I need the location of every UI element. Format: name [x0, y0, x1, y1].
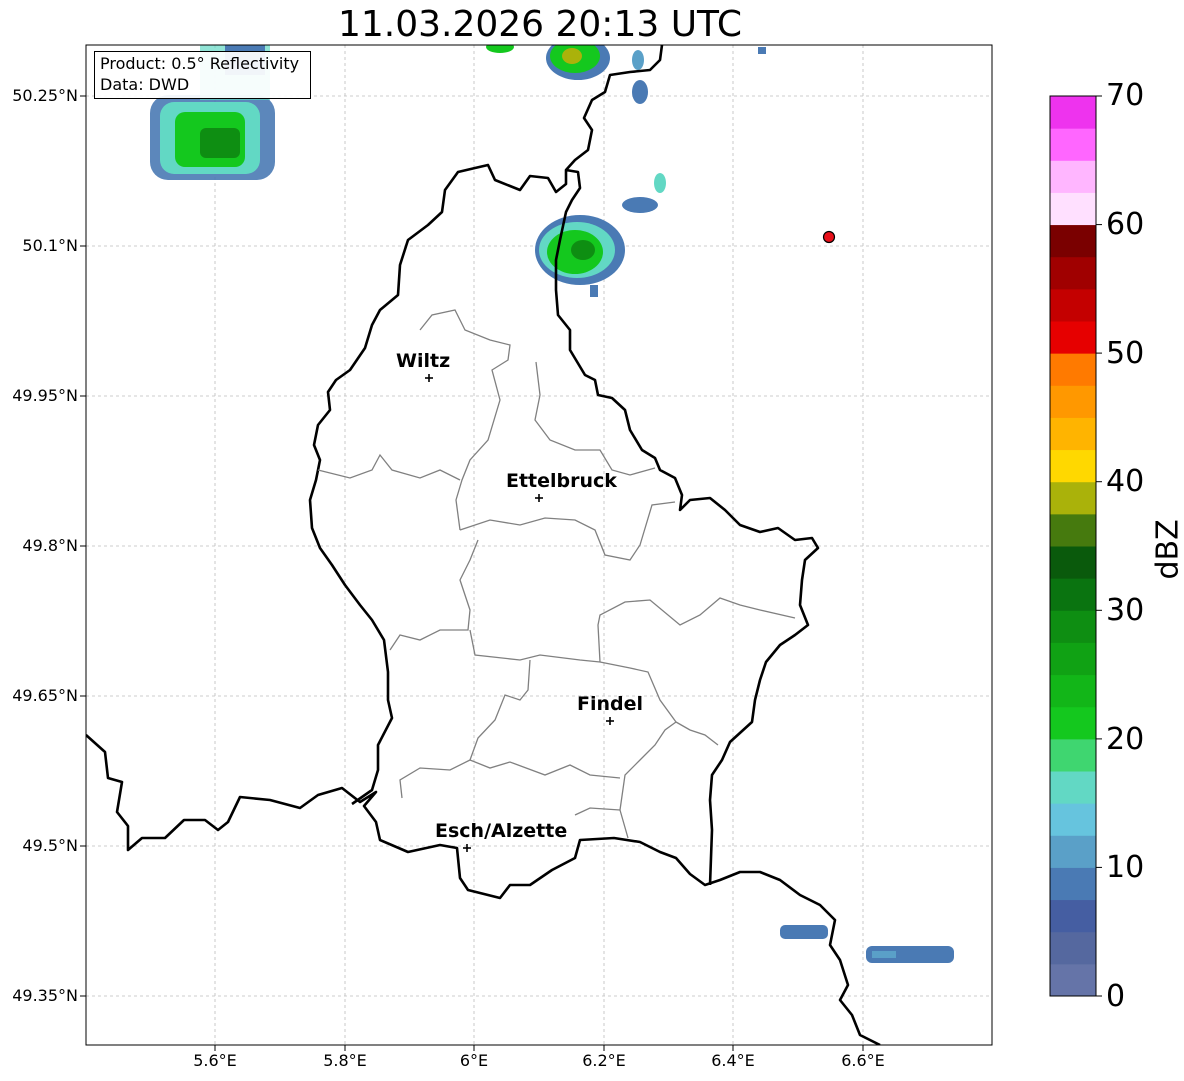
colorbar-segment [1050, 224, 1096, 258]
lon-label: 6.4°E [711, 1051, 755, 1070]
colorbar-segment [1050, 513, 1096, 547]
info-data-source: Data: DWD [100, 75, 190, 94]
colorbar-segment [1050, 321, 1096, 354]
colorbar-segment [1050, 610, 1096, 643]
axis-ticks [80, 95, 864, 1051]
city-marker-wiltz [425, 374, 433, 382]
colorbar-tick-label: 10 [1106, 850, 1145, 885]
city-marker-ettelbruck [535, 494, 543, 502]
colorbar-segment [1050, 803, 1096, 836]
lon-label: 5.8°E [323, 1051, 367, 1070]
colorbar-segment [1050, 835, 1096, 868]
colorbar-tick-label: 40 [1106, 464, 1145, 499]
colorbar-segment [1050, 192, 1096, 226]
colorbar-tick-label: 20 [1106, 722, 1145, 757]
colorbar-tick-label: 30 [1106, 593, 1145, 628]
colorbar-segment [1050, 931, 1096, 965]
colorbar-segment [1050, 481, 1096, 515]
colorbar-segment [1050, 899, 1096, 933]
colorbar-tick-label: 50 [1106, 336, 1145, 371]
lat-label: 50.25°N [12, 86, 78, 105]
city-label-wiltz: Wiltz [396, 350, 451, 372]
radar-map [80, 44, 1102, 1051]
radar-site-marker [822, 230, 836, 244]
colorbar-segment [1050, 288, 1096, 322]
city-label-esch: Esch/Alzette [435, 820, 568, 842]
colorbar-segment [1050, 771, 1096, 804]
lat-label: 49.35°N [12, 986, 78, 1005]
colorbar-segment [1050, 160, 1096, 193]
colorbar-segment [1050, 449, 1096, 483]
colorbar-segment [1050, 417, 1096, 451]
colorbar-segment [1050, 578, 1096, 611]
colorbar-segment [1050, 738, 1096, 772]
lat-label: 49.5°N [22, 836, 78, 855]
radar-echo-southeast [780, 925, 954, 963]
info-product: Product: 0.5° Reflectivity [100, 54, 300, 73]
colorbar-tick-label: 0 [1106, 979, 1126, 1014]
map-frame [85, 44, 993, 1046]
colorbar-segment [1050, 963, 1096, 997]
colorbar-segment [1050, 96, 1096, 129]
info-box: Product: 0.5° Reflectivity Data: DWD [94, 51, 311, 99]
colorbar-segment [1050, 128, 1096, 161]
lat-label: 50.1°N [22, 236, 78, 255]
colorbar-tick-label: 60 [1106, 207, 1145, 242]
colorbar-label: dBZ [1150, 519, 1184, 580]
colorbar-ticks [1096, 95, 1102, 997]
colorbar [1050, 96, 1096, 997]
colorbar-segment [1050, 642, 1096, 676]
lat-label: 49.95°N [12, 386, 78, 405]
lat-label: 49.8°N [22, 536, 78, 555]
colorbar-segment [1050, 385, 1096, 418]
city-markers [425, 374, 614, 852]
lon-label: 6.2°E [582, 1051, 626, 1070]
country-border [86, 734, 881, 1045]
lon-label: 6°E [459, 1051, 489, 1070]
colorbar-segment [1050, 256, 1096, 290]
lon-label: 5.6°E [193, 1051, 237, 1070]
city-marker-findel [606, 717, 614, 725]
colorbar-segment [1050, 674, 1096, 708]
colorbar-segment [1050, 706, 1096, 740]
city-label-ettelbruck: Ettelbruck [506, 470, 617, 492]
city-marker-esch [463, 844, 471, 852]
lat-label: 49.65°N [12, 686, 78, 705]
colorbar-tick-label: 70 [1106, 78, 1145, 113]
colorbar-segment [1050, 546, 1096, 579]
lon-label: 6.6°E [841, 1051, 885, 1070]
colorbar-segment [1050, 867, 1096, 901]
radar-echo-north-top [486, 45, 766, 104]
city-label-findel: Findel [577, 693, 644, 715]
gridlines [86, 45, 992, 1045]
colorbar-segment [1050, 353, 1096, 386]
